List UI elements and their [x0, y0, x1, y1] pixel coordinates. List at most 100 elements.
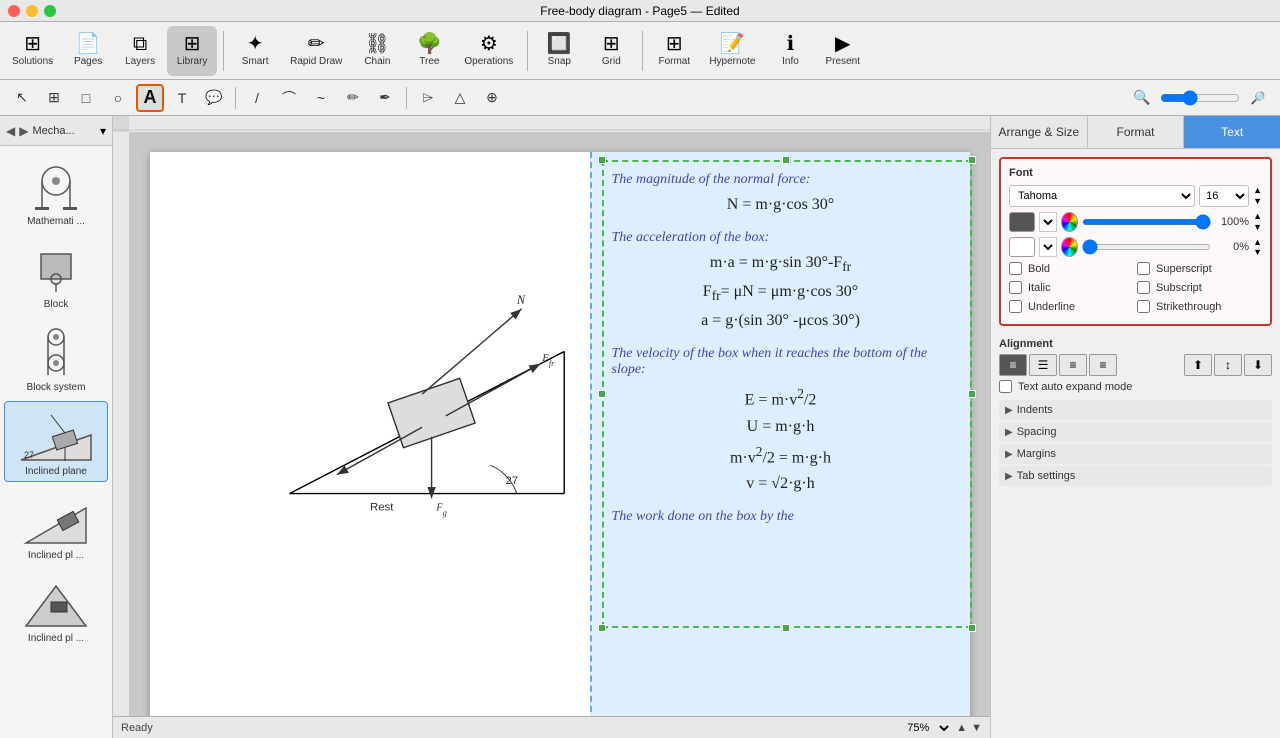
- sidebar-item-inclined-pl-3[interactable]: Inclined pl ...: [4, 569, 108, 648]
- font-family-select[interactable]: Tahoma Arial Times New Roman: [1009, 185, 1195, 207]
- comment-tool[interactable]: 💬: [200, 84, 228, 112]
- toolbar-format[interactable]: ⊞ Format: [649, 26, 699, 76]
- sel-handle-bl[interactable]: [598, 624, 606, 632]
- zoom-slider[interactable]: [1160, 90, 1240, 106]
- align-left-button[interactable]: ≡: [999, 354, 1027, 376]
- canvas-container[interactable]: N Ffr Fg 27: [113, 132, 990, 716]
- circle-tool[interactable]: ○: [104, 84, 132, 112]
- sidebar-back-button[interactable]: ◀: [6, 124, 15, 138]
- zoom-out-button[interactable]: 🔍: [1128, 84, 1156, 112]
- zoom-in-button[interactable]: 🔎: [1244, 84, 1272, 112]
- spacing-arrow: ▶: [1005, 427, 1013, 438]
- auto-expand-checkbox[interactable]: [999, 380, 1012, 393]
- type-tool[interactable]: T: [168, 84, 196, 112]
- subscript-checkbox[interactable]: [1137, 281, 1150, 294]
- sidebar-item-inclined-plane[interactable]: 27 Inclined plane: [4, 401, 108, 482]
- drawing-pane: N Ffr Fg 27: [150, 152, 590, 716]
- tab-arrange-size[interactable]: Arrange & Size: [991, 116, 1088, 148]
- align-top-button[interactable]: ⬆: [1184, 354, 1212, 376]
- sel-handle-tl[interactable]: [598, 156, 606, 164]
- toolbar-smart[interactable]: ✦ Smart: [230, 26, 280, 76]
- color1-stepper-down[interactable]: ▼: [1253, 222, 1262, 233]
- font-size-select[interactable]: 16 12 14 18 24: [1199, 185, 1249, 207]
- bold-checkbox[interactable]: [1009, 262, 1022, 275]
- color-wheel-2[interactable]: [1061, 237, 1078, 257]
- tab-text[interactable]: Text: [1184, 116, 1280, 148]
- text-tool[interactable]: A: [136, 84, 164, 112]
- sidebar-menu-button[interactable]: ▾: [100, 124, 106, 138]
- sel-handle-bm[interactable]: [782, 624, 790, 632]
- triangle-tool[interactable]: △: [446, 84, 474, 112]
- sel-handle-br[interactable]: [968, 624, 976, 632]
- bold-checkbox-row: Bold: [1009, 262, 1134, 275]
- align-justify-button[interactable]: ≡: [1089, 354, 1117, 376]
- toolbar-library[interactable]: ⊞ Library: [167, 26, 217, 76]
- color-dropdown-2[interactable]: [1039, 237, 1057, 257]
- transform-tool[interactable]: ⊕: [478, 84, 506, 112]
- toolbar-grid[interactable]: ⊞ Grid: [586, 26, 636, 76]
- main-area: ◀ ▶ Mecha... ▾ Mathemati ...: [0, 116, 1280, 738]
- svg-text:Ffr: Ffr: [541, 353, 555, 368]
- toolbar-pages[interactable]: 📄 Pages: [63, 26, 113, 76]
- sel-handle-ml[interactable]: [598, 390, 606, 398]
- toolbar-layers[interactable]: ⧉ Layers: [115, 26, 165, 76]
- arc-tool[interactable]: ⌒: [275, 84, 303, 112]
- color1-stepper-up[interactable]: ▲: [1253, 211, 1262, 222]
- curve-tool[interactable]: ~: [307, 84, 335, 112]
- canvas-inner[interactable]: N Ffr Fg 27: [129, 132, 990, 716]
- sidebar-item-block[interactable]: Block: [4, 235, 108, 314]
- color-wheel-1[interactable]: [1061, 212, 1078, 232]
- sidebar-item-mathemati[interactable]: Mathemati ...: [4, 152, 108, 231]
- superscript-checkbox[interactable]: [1137, 262, 1150, 275]
- margins-header[interactable]: ▶ Margins: [999, 444, 1272, 464]
- zoom-select[interactable]: 75% 50% 100% 150%: [903, 721, 952, 735]
- toolbar-chain[interactable]: ⛓ Chain: [352, 26, 402, 76]
- sel-handle-tr[interactable]: [968, 156, 976, 164]
- color-swatch-1[interactable]: [1009, 212, 1035, 232]
- maximize-button[interactable]: [44, 5, 56, 17]
- toolbar-present[interactable]: ▶ Present: [817, 26, 867, 76]
- toolbar-operations[interactable]: ⚙ Operations: [456, 26, 521, 76]
- strikethrough-checkbox[interactable]: [1137, 300, 1150, 313]
- toolbar-solutions[interactable]: ⊞ Solutions: [4, 26, 61, 76]
- color-dropdown-1[interactable]: [1039, 212, 1057, 232]
- tab-settings-header[interactable]: ▶ Tab settings: [999, 466, 1272, 486]
- sel-handle-mr[interactable]: [968, 390, 976, 398]
- toolbar-snap[interactable]: 🔲 Snap: [534, 26, 584, 76]
- align-right-button[interactable]: ≡: [1059, 354, 1087, 376]
- indents-header[interactable]: ▶ Indents: [999, 400, 1272, 420]
- color-slider-2[interactable]: [1082, 244, 1211, 250]
- color2-stepper-down[interactable]: ▼: [1253, 247, 1262, 258]
- connect-tool[interactable]: ⌲: [414, 84, 442, 112]
- sel-handle-tm[interactable]: [782, 156, 790, 164]
- italic-checkbox[interactable]: [1009, 281, 1022, 294]
- toolbar-info[interactable]: ℹ Info: [765, 26, 815, 76]
- zoom-stepper-down[interactable]: ▼: [971, 722, 982, 734]
- minimize-button[interactable]: [26, 5, 38, 17]
- sidebar-item-inclined-pl-2[interactable]: Inclined pl ...: [4, 486, 108, 565]
- close-button[interactable]: [8, 5, 20, 17]
- pen-tool[interactable]: ✒: [371, 84, 399, 112]
- align-middle-button[interactable]: ↕: [1214, 354, 1242, 376]
- toolbar-tree[interactable]: 🌳 Tree: [404, 26, 454, 76]
- select-tool[interactable]: ↖: [8, 84, 36, 112]
- font-size-stepper[interactable]: ▲ ▼: [1253, 185, 1262, 207]
- color-swatch-2[interactable]: [1009, 237, 1035, 257]
- color-slider-1[interactable]: [1082, 219, 1211, 225]
- align-center-button[interactable]: ☰: [1029, 354, 1057, 376]
- sidebar-forward-button[interactable]: ▶: [19, 124, 28, 138]
- spacing-header[interactable]: ▶ Spacing: [999, 422, 1272, 442]
- toolbar-rapid-draw[interactable]: ✏ Rapid Draw: [282, 26, 350, 76]
- rect-tool[interactable]: □: [72, 84, 100, 112]
- tab-format[interactable]: Format: [1088, 116, 1185, 148]
- underline-checkbox[interactable]: [1009, 300, 1022, 313]
- toolbar-hypernote[interactable]: 📝 Hypernote: [701, 26, 763, 76]
- canvas-area[interactable]: N Ffr Fg 27: [113, 116, 990, 738]
- color2-stepper-up[interactable]: ▲: [1253, 237, 1262, 248]
- zoom-stepper-up[interactable]: ▲: [956, 722, 967, 734]
- line-tool[interactable]: /: [243, 84, 271, 112]
- sidebar-item-block-system[interactable]: Block system: [4, 318, 108, 397]
- table-tool[interactable]: ⊞: [40, 84, 68, 112]
- align-bottom-button[interactable]: ⬇: [1244, 354, 1272, 376]
- pencil-tool[interactable]: ✏: [339, 84, 367, 112]
